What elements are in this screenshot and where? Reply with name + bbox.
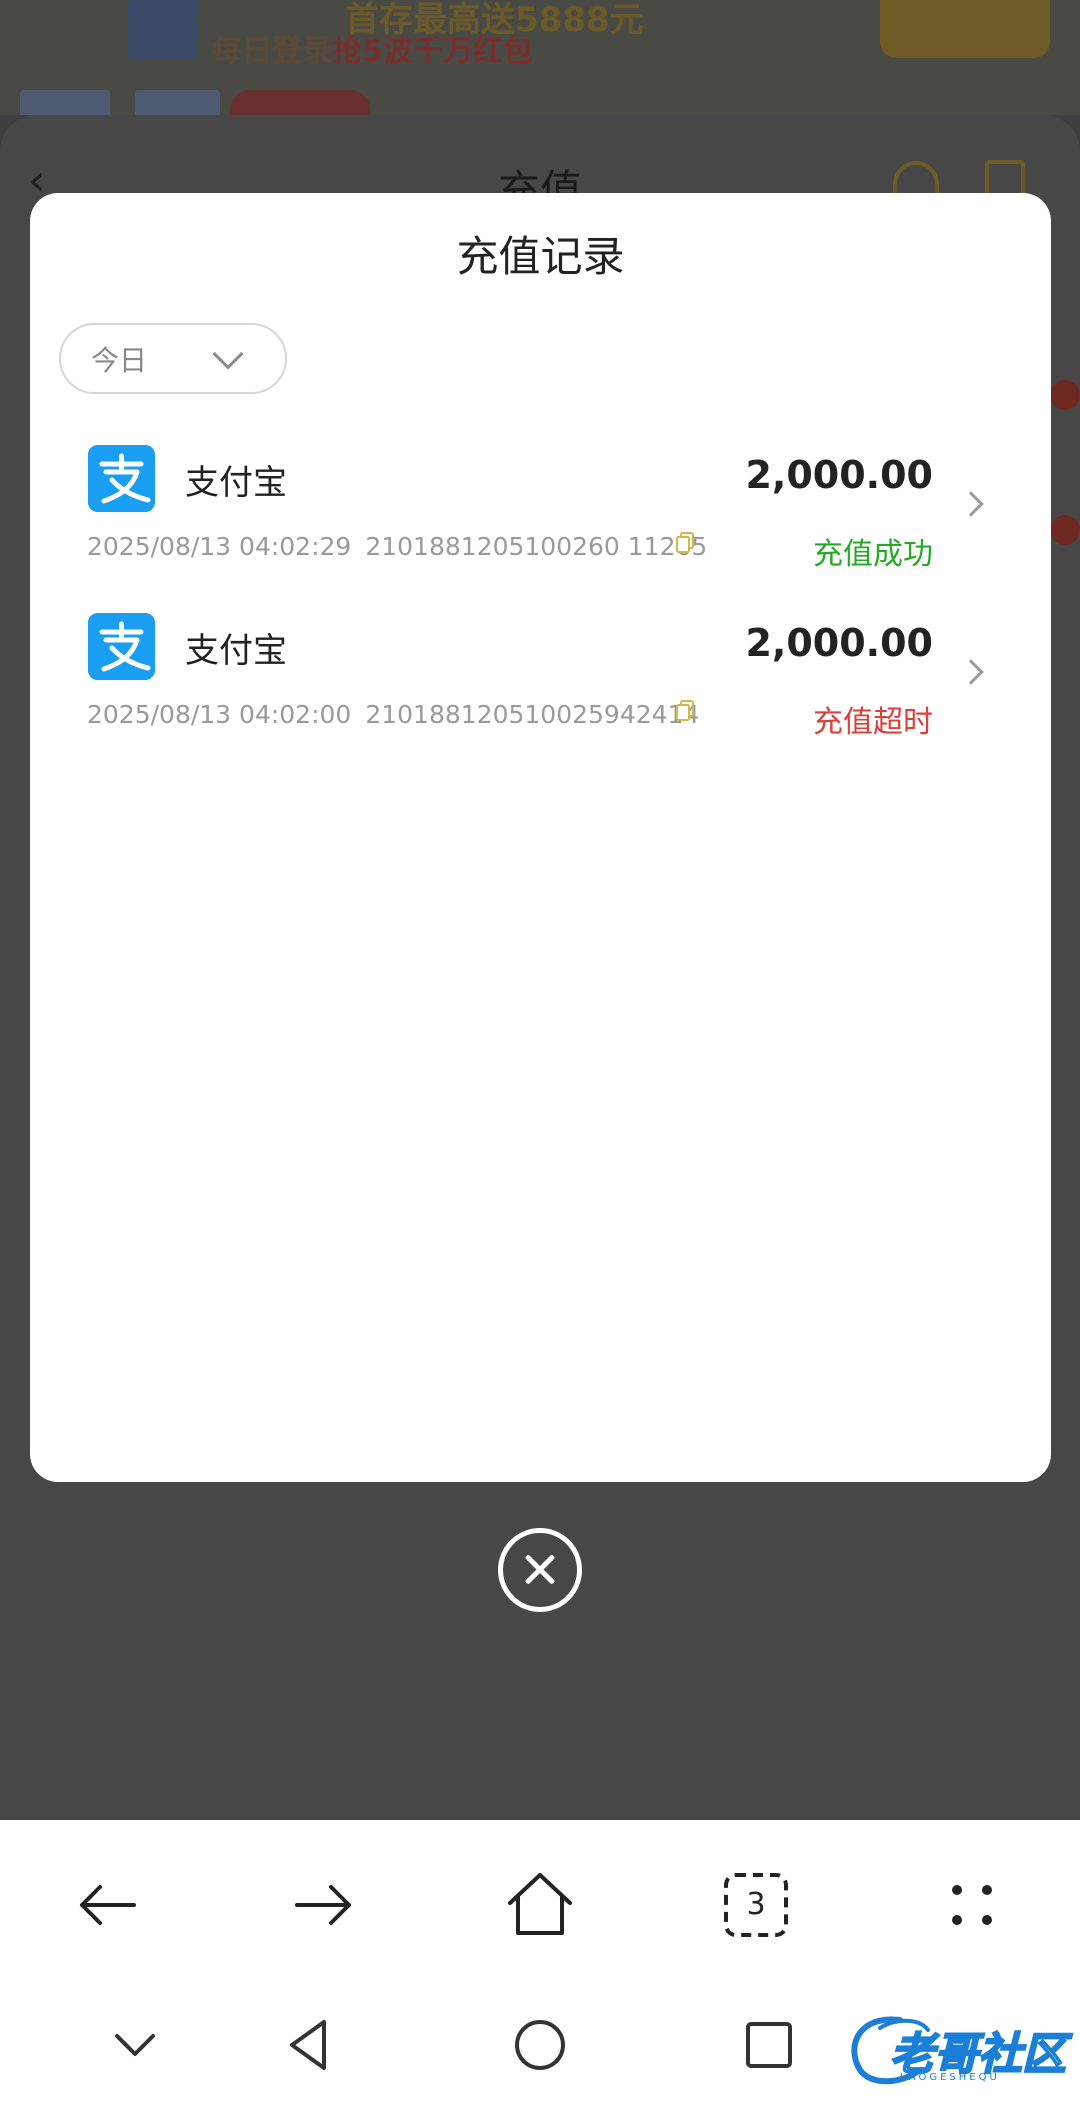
record-amount: 2,000.00 bbox=[745, 621, 933, 665]
chevron-right-icon bbox=[958, 491, 984, 517]
background-tile bbox=[230, 90, 370, 115]
background-tile bbox=[135, 90, 220, 115]
watermark-subtext: LAOGESHEQU bbox=[900, 2072, 1000, 2083]
record-datetime: 2025/08/13 04:02:00 bbox=[87, 700, 352, 729]
forward-icon[interactable] bbox=[283, 1865, 363, 1945]
badge-dot bbox=[1050, 515, 1080, 545]
back-icon[interactable] bbox=[68, 1865, 148, 1945]
record-meta: 2025/08/13 04:02:00 210188120510025942414 bbox=[87, 700, 699, 729]
payment-method-label: 支付宝 bbox=[185, 631, 287, 671]
recharge-record-row[interactable]: 支付宝 2,000.00 2025/08/13 04:02:29 21018812… bbox=[30, 445, 1051, 605]
chevron-right-icon bbox=[958, 659, 984, 685]
tab-count: 3 bbox=[746, 1887, 766, 1922]
collapse-icon[interactable] bbox=[100, 2010, 170, 2080]
alipay-icon bbox=[88, 445, 155, 512]
modal-title: 充值记录 bbox=[456, 232, 625, 281]
alipay-icon bbox=[88, 613, 155, 680]
date-filter-dropdown[interactable]: 今日 bbox=[59, 323, 287, 394]
date-filter-value: 今日 bbox=[91, 343, 148, 377]
background-tile bbox=[20, 90, 110, 115]
record-datetime: 2025/08/13 04:02:29 bbox=[87, 532, 352, 561]
recharge-records-modal: 充值记录 今日 支付宝 2,000.00 2025/08/13 04:02:29… bbox=[30, 193, 1051, 1482]
recharge-record-row[interactable]: 支付宝 2,000.00 2025/08/13 04:02:00 21018812… bbox=[30, 613, 1051, 773]
promo-subline: 每日登录抢5波千万红包 bbox=[212, 34, 533, 69]
background-promo-banner: 首存最高送5888元 每日登录抢5波千万红包 bbox=[0, 0, 1080, 115]
recents-square-icon[interactable] bbox=[734, 2010, 804, 2080]
more-icon[interactable] bbox=[932, 1865, 1012, 1945]
promo-button bbox=[880, 0, 1050, 58]
badge-dot bbox=[1050, 380, 1080, 410]
copy-icon[interactable] bbox=[676, 700, 694, 722]
chevron-down-icon bbox=[212, 338, 244, 370]
home-circle-icon[interactable] bbox=[505, 2010, 575, 2080]
home-icon[interactable] bbox=[500, 1865, 580, 1945]
record-status: 充值超时 bbox=[813, 705, 933, 740]
record-status: 充值成功 bbox=[813, 537, 933, 572]
record-meta: 2025/08/13 04:02:29 2101881205100260 1126… bbox=[87, 532, 707, 561]
tabs-icon[interactable]: 3 bbox=[716, 1865, 796, 1945]
record-amount: 2,000.00 bbox=[745, 453, 933, 497]
browser-toolbar: 3 bbox=[0, 1820, 1080, 1990]
close-modal-button[interactable] bbox=[498, 1528, 582, 1612]
copy-icon[interactable] bbox=[676, 532, 694, 554]
payment-method-label: 支付宝 bbox=[185, 463, 287, 503]
back-triangle-icon[interactable] bbox=[274, 2010, 344, 2080]
record-order-id: 2101881205100260 11265 bbox=[365, 532, 708, 561]
watermark-logo: 老哥社区 LAOGESHEQU bbox=[840, 2010, 1070, 2090]
record-order-id: 210188120510025942414 bbox=[365, 700, 700, 729]
promo-logo bbox=[128, 0, 198, 60]
